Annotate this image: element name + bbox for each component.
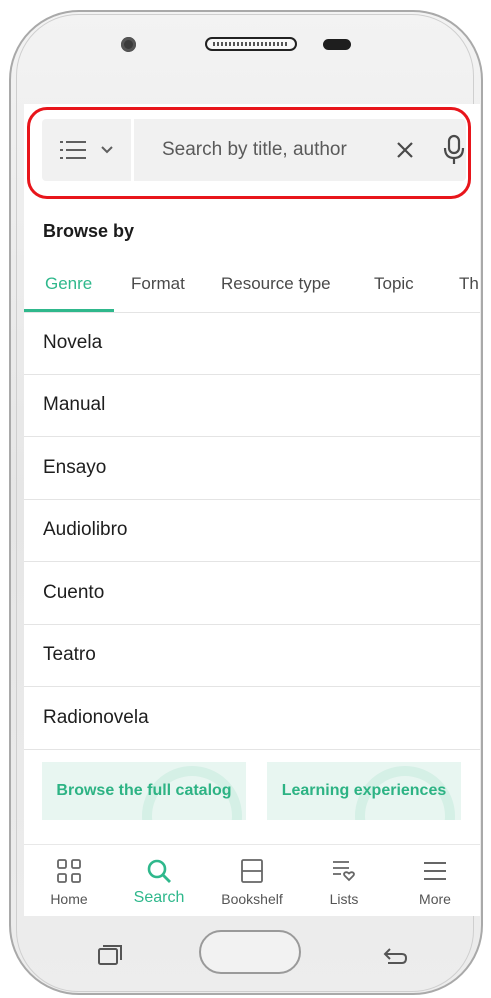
- browse-by-heading: Browse by: [43, 221, 135, 241]
- genre-item-ensayo[interactable]: Ensayo: [24, 437, 480, 500]
- genre-item-audiolibro[interactable]: Audiolibro: [24, 500, 480, 562]
- learning-experiences-card[interactable]: Learning experiences: [267, 762, 461, 820]
- search-bar-highlight: [27, 107, 471, 199]
- list-heart-icon: [333, 861, 355, 882]
- browse-tabs: Genre Format Resource type Topic Th: [24, 262, 480, 313]
- proximity-sensor: [323, 39, 351, 50]
- browse-catalog-label: Browse the full catalog: [56, 782, 232, 799]
- back-icon[interactable]: [380, 946, 408, 966]
- nav-more[interactable]: More: [390, 845, 480, 916]
- nav-bookshelf-label: Bookshelf: [221, 891, 283, 907]
- home-hardware-button[interactable]: [199, 930, 301, 974]
- search-icon: [147, 859, 171, 883]
- tab-format[interactable]: Format: [131, 274, 185, 294]
- grid-icon: [57, 859, 81, 883]
- nav-bookshelf[interactable]: Bookshelf: [207, 845, 297, 916]
- nav-search[interactable]: Search: [114, 845, 204, 916]
- learning-experiences-label: Learning experiences: [281, 782, 447, 799]
- genre-item-radionovela[interactable]: Radionovela: [24, 687, 480, 750]
- tab-resource-type[interactable]: Resource type: [221, 274, 331, 294]
- genre-item-teatro[interactable]: Teatro: [24, 625, 480, 687]
- tab-topic[interactable]: Topic: [374, 274, 414, 294]
- menu-icon: [424, 862, 446, 880]
- browse-catalog-card[interactable]: Browse the full catalog: [42, 762, 246, 820]
- speaker-grill: [213, 42, 289, 46]
- genre-item-manual[interactable]: Manual: [24, 375, 480, 437]
- bottom-navigation: Home Search Bookshelf Lists More: [24, 844, 480, 916]
- front-camera: [121, 37, 136, 52]
- promo-cards: Browse the full catalog Learning experie…: [24, 762, 480, 822]
- app-screen: Browse by Genre Format Resource type Top…: [24, 104, 480, 916]
- recent-apps-icon[interactable]: [97, 944, 123, 966]
- bookshelf-icon: [241, 859, 263, 883]
- tab-genre[interactable]: Genre: [45, 274, 92, 294]
- genre-list: Novela Manual Ensayo Audiolibro Cuento T…: [24, 312, 480, 750]
- nav-more-label: More: [419, 891, 451, 907]
- nav-lists[interactable]: Lists: [299, 845, 389, 916]
- nav-home-label: Home: [50, 891, 88, 907]
- genre-item-novela[interactable]: Novela: [24, 312, 480, 375]
- genre-item-cuento[interactable]: Cuento: [24, 562, 480, 625]
- nav-home[interactable]: Home: [24, 845, 114, 916]
- tab-truncated[interactable]: Th: [459, 274, 479, 294]
- nav-lists-label: Lists: [329, 891, 359, 907]
- nav-search-label: Search: [133, 889, 185, 906]
